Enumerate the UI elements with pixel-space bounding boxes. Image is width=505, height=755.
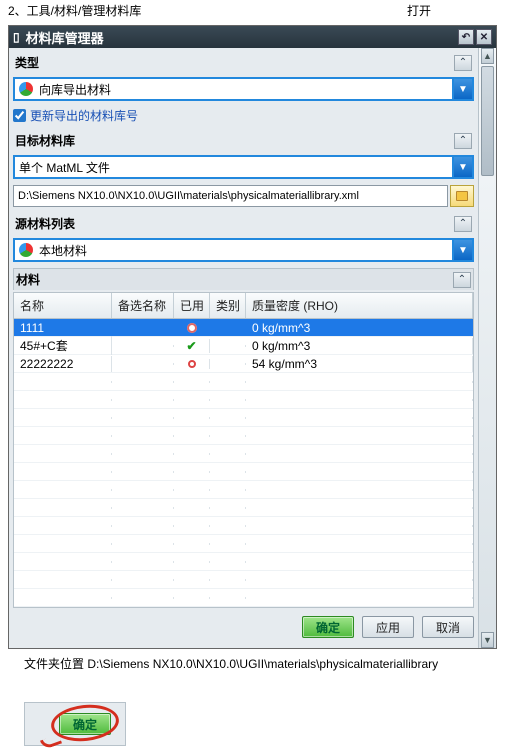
table-row[interactable]: 22222222 54 kg/mm^3 bbox=[14, 355, 473, 373]
table-row-empty bbox=[14, 571, 473, 589]
type-combo[interactable]: 向库导出材料 ▼ bbox=[13, 77, 474, 101]
source-section-header: 源材料列表 ⌃ bbox=[13, 213, 474, 234]
target-combo-button[interactable]: ▼ bbox=[452, 155, 474, 179]
material-collapse-button[interactable]: ⌃ bbox=[453, 272, 471, 288]
table-row-empty bbox=[14, 463, 473, 481]
target-section-label: 目标材料库 bbox=[15, 132, 454, 149]
table-row-empty bbox=[14, 499, 473, 517]
scroll-down-icon[interactable]: ▼ bbox=[481, 632, 494, 648]
folder-location-note: 文件夹位置 D:\Siemens NX10.0\NX10.0\UGII\mate… bbox=[24, 655, 497, 672]
material-library-manager-window: ▯ 材料库管理器 ↶ ✕ ▲ ▼ 类型 ⌃ 向库导出材料 ▼ 更新导出的材料库号 bbox=[8, 25, 497, 649]
doc-heading: 2、工具/材料/管理材料库 bbox=[8, 2, 407, 19]
cell-used bbox=[174, 359, 210, 369]
source-combo-value: 本地材料 bbox=[39, 242, 87, 259]
cell-used: ✔ bbox=[174, 339, 210, 353]
dialog-button-row: 确定 应用 取消 bbox=[13, 608, 492, 644]
scroll-up-icon[interactable]: ▲ bbox=[481, 48, 494, 64]
material-section-header: 材料 ⌃ bbox=[13, 268, 474, 290]
target-combo-value: 单个 MatML 文件 bbox=[19, 159, 110, 176]
update-library-id-checkbox[interactable] bbox=[13, 109, 26, 122]
table-row-empty bbox=[14, 445, 473, 463]
source-section-label: 源材料列表 bbox=[15, 215, 454, 232]
cell-density: 0 kg/mm^3 bbox=[246, 320, 473, 336]
type-collapse-button[interactable]: ⌃ bbox=[454, 55, 472, 71]
source-collapse-button[interactable]: ⌃ bbox=[454, 216, 472, 232]
used-check-icon: ✔ bbox=[186, 340, 196, 352]
window-title: 材料库管理器 bbox=[26, 28, 456, 47]
cell-alt bbox=[112, 327, 174, 329]
cell-cat bbox=[210, 345, 246, 347]
table-row-empty bbox=[14, 409, 473, 427]
browse-button[interactable] bbox=[450, 185, 474, 207]
target-section-header: 目标材料库 ⌃ bbox=[13, 130, 474, 151]
table-row[interactable]: 45#+C套 ✔ 0 kg/mm^3 bbox=[14, 337, 473, 355]
target-collapse-button[interactable]: ⌃ bbox=[454, 133, 472, 149]
table-row-empty bbox=[14, 373, 473, 391]
ok-button-snippet-button[interactable]: 确定 bbox=[59, 713, 111, 735]
close-icon[interactable]: ✕ bbox=[476, 29, 492, 45]
doc-open-label: 打开 bbox=[407, 2, 497, 19]
cancel-button[interactable]: 取消 bbox=[422, 616, 474, 638]
apply-button[interactable]: 应用 bbox=[362, 616, 414, 638]
target-combo[interactable]: 单个 MatML 文件 ▼ bbox=[13, 155, 474, 179]
ok-button-snippet: 确定 bbox=[24, 702, 497, 746]
target-path-value: D:\Siemens NX10.0\NX10.0\UGII\materials\… bbox=[18, 190, 359, 202]
cell-density: 54 kg/mm^3 bbox=[246, 356, 473, 372]
cell-name: 22222222 bbox=[14, 356, 112, 372]
folder-icon bbox=[456, 191, 468, 201]
cell-name: 45#+C套 bbox=[14, 336, 112, 355]
vertical-scrollbar[interactable]: ▲ ▼ bbox=[478, 48, 496, 648]
cell-alt bbox=[112, 345, 174, 347]
ok-button[interactable]: 确定 bbox=[302, 616, 354, 638]
undo-icon[interactable]: ↶ bbox=[458, 29, 474, 45]
material-table[interactable]: 名称 备选名称 已用 类别 质量密度 (RHO) 11110 kg/mm^345… bbox=[13, 292, 474, 608]
material-section-label: 材料 bbox=[16, 271, 453, 288]
col-used[interactable]: 已用 bbox=[174, 293, 210, 318]
table-row-empty bbox=[14, 589, 473, 607]
col-alt[interactable]: 备选名称 bbox=[112, 293, 174, 318]
target-path-input[interactable]: D:\Siemens NX10.0\NX10.0\UGII\materials\… bbox=[13, 185, 448, 207]
source-combo-field[interactable]: 本地材料 bbox=[13, 238, 452, 262]
source-combo-button[interactable]: ▼ bbox=[452, 238, 474, 262]
table-row-empty bbox=[14, 535, 473, 553]
cell-density: 0 kg/mm^3 bbox=[246, 338, 473, 354]
col-name[interactable]: 名称 bbox=[14, 293, 112, 318]
menu-icon[interactable]: ▯ bbox=[13, 30, 20, 44]
titlebar: ▯ 材料库管理器 ↶ ✕ bbox=[9, 26, 496, 48]
source-combo[interactable]: 本地材料 ▼ bbox=[13, 238, 474, 262]
library-icon bbox=[19, 82, 33, 96]
cell-name: 1111 bbox=[14, 320, 112, 336]
used-dot-icon bbox=[187, 323, 197, 333]
material-table-header: 名称 备选名称 已用 类别 质量密度 (RHO) bbox=[14, 293, 473, 319]
library-icon bbox=[19, 243, 33, 257]
table-row-empty bbox=[14, 481, 473, 499]
annotation-tail bbox=[40, 734, 62, 750]
used-ring-icon bbox=[188, 360, 196, 368]
cell-alt bbox=[112, 363, 174, 365]
type-combo-field[interactable]: 向库导出材料 bbox=[13, 77, 452, 101]
scroll-thumb[interactable] bbox=[481, 66, 494, 176]
col-density[interactable]: 质量密度 (RHO) bbox=[246, 293, 473, 318]
cell-cat bbox=[210, 327, 246, 329]
col-cat[interactable]: 类别 bbox=[210, 293, 246, 318]
table-row-empty bbox=[14, 427, 473, 445]
table-row-empty bbox=[14, 517, 473, 535]
cell-cat bbox=[210, 363, 246, 365]
target-combo-field[interactable]: 单个 MatML 文件 bbox=[13, 155, 452, 179]
table-row-empty bbox=[14, 391, 473, 409]
cell-used bbox=[174, 322, 210, 334]
table-row[interactable]: 1111 0 kg/mm^3 bbox=[14, 319, 473, 337]
type-combo-button[interactable]: ▼ bbox=[452, 77, 474, 101]
type-combo-value: 向库导出材料 bbox=[39, 81, 111, 98]
table-row-empty bbox=[14, 553, 473, 571]
type-section-label: 类型 bbox=[15, 54, 454, 71]
type-section-header: 类型 ⌃ bbox=[13, 52, 474, 73]
update-library-id-label: 更新导出的材料库号 bbox=[30, 107, 138, 124]
